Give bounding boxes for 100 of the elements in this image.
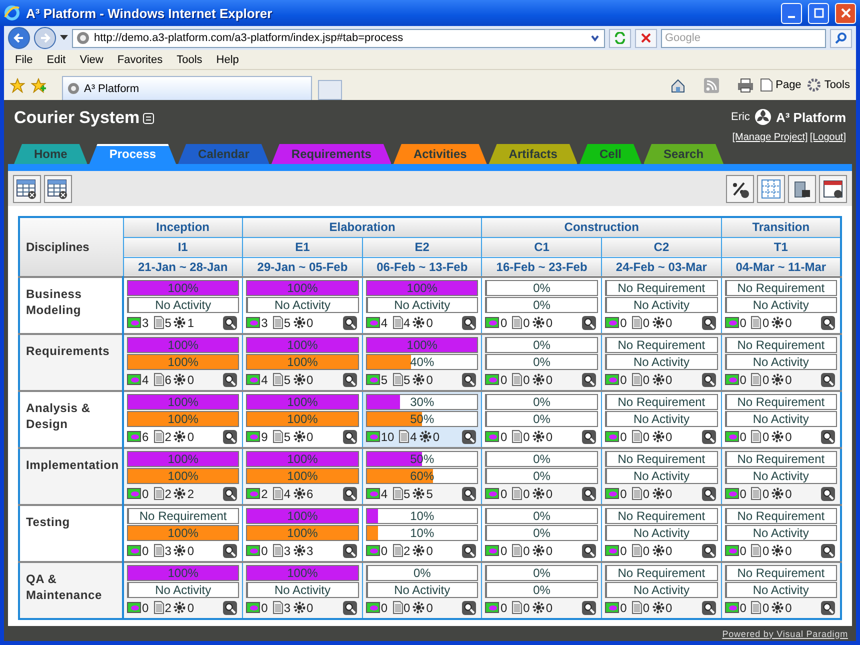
zoom-icon[interactable] bbox=[821, 486, 835, 500]
requirement-icon bbox=[246, 488, 260, 499]
progress-label: No Activity bbox=[394, 298, 450, 312]
menu-item[interactable]: Favorites bbox=[110, 54, 170, 66]
zoom-icon[interactable] bbox=[223, 316, 238, 330]
zoom-icon[interactable] bbox=[342, 544, 357, 558]
address-bar[interactable]: http://demo.a3-platform.com/a3-platform/index.jsp#tab=process bbox=[72, 28, 605, 48]
zoom-icon[interactable] bbox=[582, 372, 596, 386]
zoom-icon[interactable] bbox=[702, 430, 716, 444]
document-count: 0 bbox=[762, 486, 770, 500]
progress-label: 0% bbox=[533, 509, 550, 523]
grid-settings-button[interactable] bbox=[13, 174, 41, 202]
calendar-delete-button[interactable] bbox=[819, 174, 847, 202]
progress-label: No Activity bbox=[155, 298, 212, 312]
zoom-icon[interactable] bbox=[582, 544, 596, 558]
minimize-button[interactable] bbox=[781, 2, 802, 24]
zoom-icon[interactable] bbox=[342, 316, 357, 330]
trash-check-button[interactable] bbox=[788, 174, 816, 202]
zoom-icon[interactable] bbox=[462, 486, 476, 500]
progress-label: No Activity bbox=[752, 355, 809, 369]
header-link[interactable]: [Logout] bbox=[810, 132, 846, 143]
zoom-icon[interactable] bbox=[702, 486, 716, 500]
zoom-icon[interactable] bbox=[821, 600, 835, 614]
print-icon[interactable] bbox=[736, 78, 754, 92]
menu-item[interactable]: Edit bbox=[40, 54, 73, 66]
zoom-icon[interactable] bbox=[342, 600, 357, 614]
zoom-icon[interactable] bbox=[462, 430, 476, 444]
browser-tab[interactable]: A³ Platform bbox=[62, 76, 312, 100]
zoom-icon[interactable] bbox=[821, 544, 835, 558]
nav-tab[interactable]: Activities bbox=[393, 144, 487, 164]
zoom-icon[interactable] bbox=[223, 430, 238, 444]
menu-item[interactable]: Tools bbox=[170, 54, 210, 66]
zoom-icon[interactable] bbox=[702, 372, 716, 386]
tools-menu[interactable]: Tools bbox=[807, 78, 850, 92]
footer-link[interactable]: Powered by Visual Paradigm bbox=[722, 628, 848, 638]
document-icon bbox=[392, 373, 402, 386]
document-icon bbox=[751, 487, 762, 500]
zoom-icon[interactable] bbox=[821, 316, 835, 330]
zoom-icon[interactable] bbox=[342, 430, 357, 444]
search-button[interactable] bbox=[830, 28, 852, 48]
maximize-button[interactable] bbox=[808, 2, 829, 24]
zoom-icon[interactable] bbox=[582, 600, 596, 614]
document-icon bbox=[392, 487, 402, 500]
gear-icon bbox=[412, 601, 426, 614]
zoom-icon[interactable] bbox=[462, 600, 476, 614]
activity-count: 0 bbox=[187, 600, 194, 614]
add-favorite-icon[interactable] bbox=[31, 78, 46, 92]
zoom-icon[interactable] bbox=[342, 372, 357, 386]
zoom-icon[interactable] bbox=[821, 372, 835, 386]
back-arrow-icon bbox=[13, 32, 25, 44]
refresh-button[interactable] bbox=[609, 28, 631, 48]
grid-delete-button[interactable] bbox=[44, 174, 72, 202]
activity-count: 0 bbox=[306, 316, 314, 330]
menu-item[interactable]: File bbox=[8, 54, 40, 66]
nav-tab[interactable]: Search bbox=[644, 144, 724, 164]
zoom-icon[interactable] bbox=[223, 544, 238, 558]
nav-tab[interactable]: Artifacts bbox=[488, 144, 578, 164]
home-icon[interactable] bbox=[670, 78, 686, 92]
grid-view-button[interactable] bbox=[757, 174, 785, 202]
zoom-icon[interactable] bbox=[223, 486, 238, 500]
menu-item[interactable]: Help bbox=[209, 54, 246, 66]
browser-logo-icon bbox=[4, 5, 20, 21]
document-count: 4 bbox=[284, 486, 291, 500]
close-button[interactable] bbox=[835, 2, 856, 24]
zoom-icon[interactable] bbox=[702, 600, 716, 614]
zoom-icon[interactable] bbox=[582, 486, 596, 500]
nav-tab[interactable]: Cell bbox=[579, 144, 642, 164]
zoom-icon[interactable] bbox=[342, 486, 357, 500]
search-field[interactable]: Google bbox=[661, 28, 826, 48]
star-icon[interactable] bbox=[10, 78, 25, 92]
header-link[interactable]: [Manage Project] bbox=[732, 132, 808, 143]
progress-label: No Activity bbox=[633, 469, 690, 483]
stop-button[interactable] bbox=[635, 28, 657, 48]
zoom-icon[interactable] bbox=[582, 430, 596, 444]
page-menu[interactable]: Page bbox=[760, 78, 802, 92]
forward-button[interactable] bbox=[34, 27, 56, 49]
zoom-icon[interactable] bbox=[462, 372, 476, 386]
zoom-icon[interactable] bbox=[462, 316, 476, 330]
stop-icon bbox=[641, 33, 651, 43]
back-button[interactable] bbox=[8, 27, 30, 49]
zoom-icon[interactable] bbox=[462, 544, 476, 558]
dropdown-caret-icon[interactable] bbox=[60, 35, 68, 41]
menu-item[interactable]: View bbox=[72, 54, 110, 66]
zoom-icon[interactable] bbox=[223, 600, 238, 614]
brand-name: A³ Platform bbox=[776, 110, 846, 124]
requirement-icon bbox=[724, 431, 739, 442]
requirement-count: 0 bbox=[620, 600, 627, 614]
zoom-icon[interactable] bbox=[702, 316, 716, 330]
zoom-icon[interactable] bbox=[223, 372, 238, 386]
percent-button[interactable] bbox=[726, 174, 754, 202]
progress-label: No Requirement bbox=[618, 395, 706, 409]
nav-tab[interactable]: Home bbox=[14, 144, 88, 164]
progress-label: 100% bbox=[168, 452, 198, 466]
activity-count: 0 bbox=[306, 372, 314, 386]
activity-count: 0 bbox=[187, 430, 194, 444]
zoom-icon[interactable] bbox=[582, 316, 596, 330]
zoom-icon[interactable] bbox=[821, 430, 835, 444]
zoom-icon[interactable] bbox=[702, 544, 716, 558]
switch-icon[interactable] bbox=[142, 112, 154, 124]
progress-label: No Requirement bbox=[737, 452, 825, 466]
